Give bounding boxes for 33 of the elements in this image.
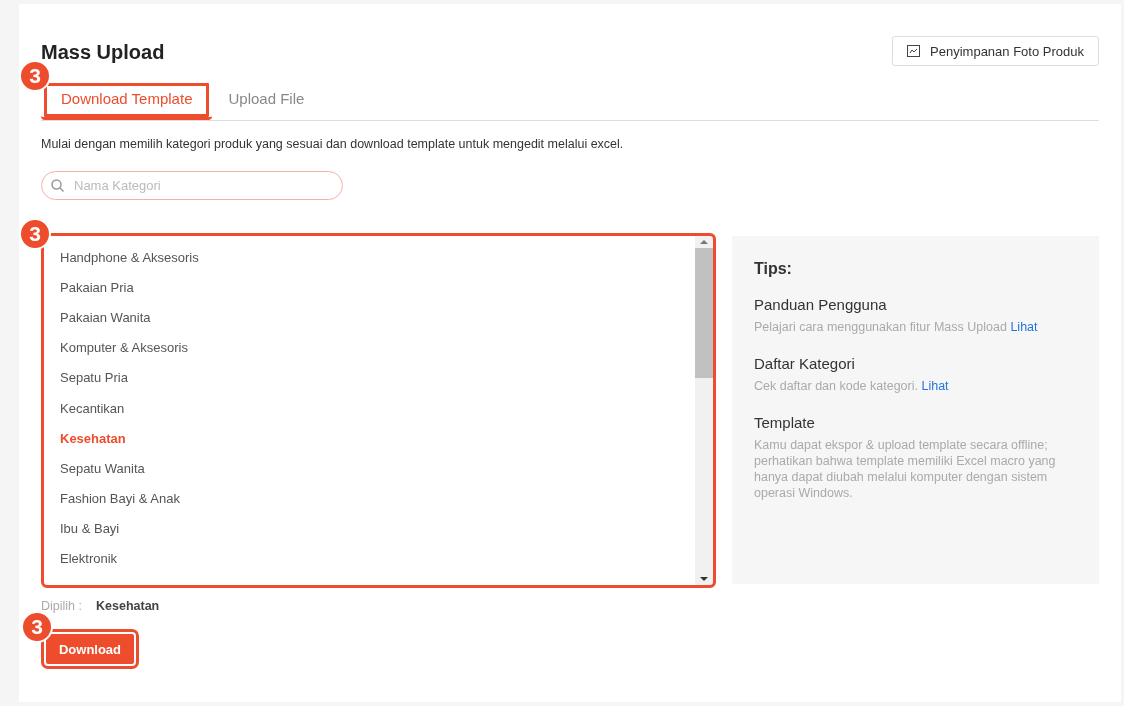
scrollbar-thumb[interactable]	[695, 248, 713, 378]
category-item[interactable]: Kecantikan	[60, 392, 695, 424]
category-item[interactable]: Ibu & Bayi	[60, 513, 695, 544]
tab[interactable]: Download Template	[41, 80, 213, 120]
tip-heading: Panduan Pengguna	[754, 296, 888, 313]
view-link[interactable]: Lihat	[1010, 320, 1038, 334]
photo-storage-button[interactable]: Penyimpanan Foto Produk	[892, 36, 1099, 66]
step-number-badge: 3	[21, 611, 53, 643]
category-item[interactable]: Handphone & Aksesoris	[60, 242, 695, 273]
category-item[interactable]: Elektronik	[60, 543, 695, 575]
description-text: Mulai dengan memilih kategori produk yang sesuai dan download template untuk mengedit melalui excel.	[41, 137, 625, 151]
step-number-badge: 3	[19, 60, 51, 92]
scrollbar[interactable]	[695, 236, 713, 585]
category-item[interactable]: Pakaian Wanita	[60, 302, 695, 333]
tip-heading: Template	[754, 414, 816, 431]
search-field[interactable]: Nama Kategori	[41, 171, 343, 200]
selected-value: Kesehatan	[96, 599, 160, 613]
category-item[interactable]: Fashion Bayi & Anak	[60, 483, 695, 514]
tip-text: Cek daftar dan kode kategori. Lihat	[754, 378, 950, 394]
category-item[interactable]: Kesehatan	[60, 423, 695, 454]
image-icon	[907, 45, 921, 57]
category-item[interactable]: Sepatu Pria	[60, 362, 695, 393]
tab[interactable]: Upload File	[212, 80, 321, 120]
step-number-badge: 3	[19, 218, 51, 250]
tip-text: Kamu dapat ekspor & upload template secara offline; perhatikan bahwa template memiliki Excel macro yang hanya dapat diubah melalui komputer dengan sistem operasi Windows.	[754, 437, 1057, 501]
selected-label: Dipilih :	[41, 599, 82, 613]
tip-text: Pelajari cara menggunakan fitur Mass Upload Lihat	[754, 319, 1039, 335]
tip-heading: Daftar Kategori	[754, 355, 856, 372]
view-link[interactable]: Lihat	[921, 379, 949, 393]
category-item[interactable]: Pakaian Pria	[60, 272, 695, 303]
category-item[interactable]: Komputer & Aksesoris	[60, 332, 695, 363]
tips-title: Tips:	[754, 260, 793, 278]
category-item[interactable]: Sepatu Wanita	[60, 453, 695, 484]
